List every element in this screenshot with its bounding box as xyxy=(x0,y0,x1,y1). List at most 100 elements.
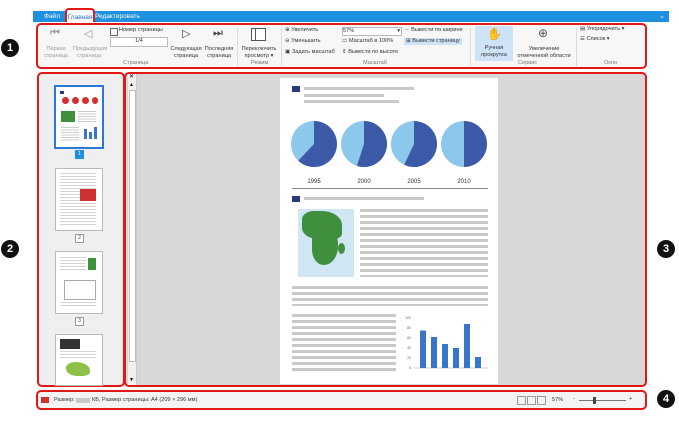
fit-height-button[interactable]: ⇕ Вывести по высоте xyxy=(342,49,398,56)
thumbnail-page-3[interactable] xyxy=(55,251,103,314)
scroll-down-icon[interactable]: ▼ xyxy=(129,377,134,383)
thumbnail-page-4[interactable] xyxy=(55,334,103,386)
bar-axis-tick: 100 xyxy=(405,316,411,320)
zoom-in-button[interactable]: ⊕ Увеличить xyxy=(285,27,318,34)
map-image xyxy=(298,209,354,277)
document-page: 1995 2000 2005 2010 100 80 60 40 20 0 xyxy=(280,78,498,384)
separator xyxy=(470,28,471,66)
fit-width-button[interactable]: ⇔ Вывести по ширине xyxy=(404,27,463,34)
tab-file[interactable]: Файл xyxy=(41,11,63,22)
group-label-zoom: Масштаб xyxy=(363,60,387,66)
status-size-label: Размер: xyxy=(54,397,75,403)
last-page-button[interactable]: Последняя страница xyxy=(203,46,235,60)
ribbon: ⏮ Первая страница ◁ Предыдущая страница Но… xyxy=(36,23,647,69)
separator xyxy=(281,28,282,66)
thumbnail-page-number: 3 xyxy=(75,317,84,326)
callout-3: 3 xyxy=(657,240,675,258)
two-page-view-icon[interactable] xyxy=(527,396,536,405)
thumbnail-page-1[interactable] xyxy=(54,85,104,149)
zoom-out-status-button[interactable]: - xyxy=(573,396,575,403)
tab-edit[interactable]: Редактировать xyxy=(95,11,140,22)
next-page-button[interactable]: Следующая страница xyxy=(170,46,202,60)
pie-year-label: 2010 xyxy=(457,179,471,185)
close-icon[interactable]: ✕ xyxy=(129,74,134,80)
bar-axis-tick: 20 xyxy=(407,356,411,360)
page-number-label: Номер страницы xyxy=(119,27,163,33)
status-page-size: КБ, Размер страницы: A4 (209 × 296 мм) xyxy=(92,397,198,403)
vertical-scrollbar[interactable]: ✕ ▲ ▼ xyxy=(128,74,137,385)
pie-chart: 2010 xyxy=(441,121,487,185)
first-page-button[interactable]: Первая страница xyxy=(42,46,70,60)
pie-chart: 1995 xyxy=(291,121,337,185)
pie-year-label: 2000 xyxy=(357,179,371,185)
switch-view-icon xyxy=(251,28,266,41)
status-bar: Размер: КБ, Размер страницы: A4 (209 × 2… xyxy=(36,390,647,410)
document-view[interactable]: ✕ ▲ ▼ 1995 2000 2005 2010 100 80 60 40 2… xyxy=(124,72,647,387)
pie-slice xyxy=(464,121,487,167)
thumbnail-page-2[interactable] xyxy=(55,168,103,231)
pie-year-label: 1995 xyxy=(307,179,321,185)
zoom-selection-button[interactable]: Увеличение отмеченной области xyxy=(514,46,574,60)
zoom-out-button[interactable]: ⊖ Уменьшить xyxy=(285,38,321,45)
bar xyxy=(442,344,448,368)
pie-chart: 2000 xyxy=(341,121,388,185)
separator xyxy=(576,28,577,66)
bar xyxy=(420,330,426,368)
first-page-icon: ⏮ xyxy=(50,27,60,39)
bar-axis-tick: 60 xyxy=(407,336,411,340)
pie-chart: 2005 xyxy=(391,121,437,185)
callout-2: 2 xyxy=(1,240,19,258)
callout-1: 1 xyxy=(1,39,19,57)
chevron-down-icon: ▾ xyxy=(397,28,400,34)
thumbnail-page-number: 1 xyxy=(75,150,84,159)
bar xyxy=(431,337,437,368)
zoom-slider-track[interactable] xyxy=(579,400,626,401)
collapse-ribbon-icon[interactable]: ⌄ xyxy=(657,11,667,22)
list-button[interactable]: ☰ Список ▾ xyxy=(580,36,610,43)
separator xyxy=(237,28,238,66)
last-page-icon: ⏭ xyxy=(213,27,223,39)
bar-axis: 100 80 60 40 20 0 xyxy=(405,316,411,370)
thumbnail-page-number: 2 xyxy=(75,234,84,243)
pie-year-label: 2005 xyxy=(407,179,421,185)
bar xyxy=(453,348,459,368)
page-number-icon xyxy=(110,28,118,36)
scrollbar-thumb[interactable] xyxy=(129,90,136,362)
group-label-mode: Режим xyxy=(251,60,269,66)
ribbon-tab-bar: Файл Главная Редактировать ⌄ xyxy=(33,8,669,22)
zoom-area-icon: ⊕ xyxy=(538,26,549,40)
bar-axis-tick: 0 xyxy=(409,366,411,370)
zoom-in-status-button[interactable]: + xyxy=(629,396,632,403)
continuous-view-icon[interactable] xyxy=(537,396,546,405)
bar xyxy=(464,324,470,368)
pdf-icon xyxy=(41,397,49,403)
page-number-input[interactable]: 1/4 xyxy=(110,37,168,47)
hand-scroll-button[interactable]: ✋ Ручная прокрутка xyxy=(475,26,513,61)
bar-axis-tick: 80 xyxy=(407,326,411,330)
status-size-value-redacted xyxy=(76,398,90,403)
tab-home[interactable]: Главная xyxy=(65,8,95,22)
group-label-service: Сервис xyxy=(518,60,538,66)
prev-page-button[interactable]: Предыдущая страница xyxy=(73,46,107,60)
bar-axis-tick: 40 xyxy=(407,346,411,350)
zoom-slider-thumb[interactable] xyxy=(593,397,596,404)
group-label-page: Страница xyxy=(123,60,149,66)
arrange-button[interactable]: ▤ Упорядочить ▾ xyxy=(580,26,625,33)
callout-4: 4 xyxy=(657,390,675,408)
scroll-up-icon[interactable]: ▲ xyxy=(129,82,134,88)
status-zoom-value: 57% xyxy=(552,397,564,403)
prev-page-icon: ◁ xyxy=(84,28,93,40)
hand-icon: ✋ xyxy=(487,27,502,41)
zoom-select[interactable]: 57% ▾ xyxy=(342,27,402,36)
bar-chart: 100 80 60 40 20 0 xyxy=(405,316,488,370)
next-page-icon: ▷ xyxy=(182,28,191,40)
switch-view-button[interactable]: Переключить просмотр ▾ xyxy=(240,46,278,60)
zoom-100-button[interactable]: ▭ Масштаб в 100% xyxy=(342,38,393,45)
fit-page-button[interactable]: ⊞ Вывести страницу xyxy=(404,38,462,45)
bar xyxy=(475,357,481,368)
bars xyxy=(420,324,481,368)
group-label-window: Окно xyxy=(604,60,617,66)
pie-charts: 1995 2000 2005 2010 xyxy=(291,121,487,185)
single-page-view-icon[interactable] xyxy=(517,396,526,405)
set-zoom-button[interactable]: ▣ Задать масштаб xyxy=(285,49,335,56)
